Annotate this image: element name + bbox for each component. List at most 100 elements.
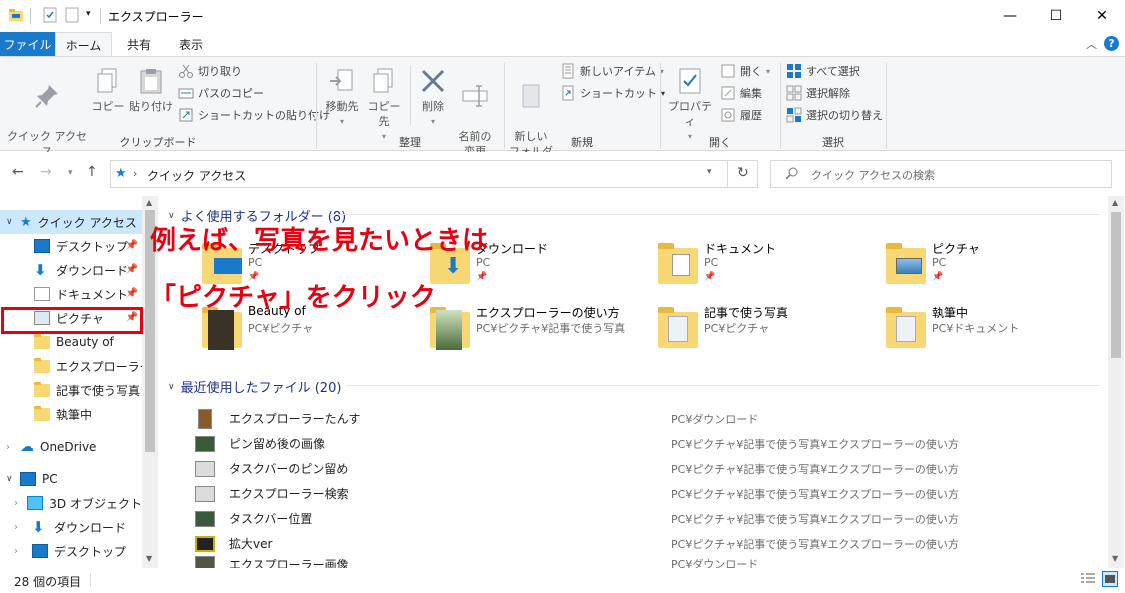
- tile-location: PC¥ドキュメント: [932, 322, 1020, 335]
- recent-file-row[interactable]: タスクバーのピン留め PC¥ピクチャ¥記事で使う写真¥エクスプローラーの使い方: [195, 456, 1095, 481]
- select-none-button[interactable]: 選択解除: [786, 83, 850, 103]
- recent-file-row[interactable]: ピン留め後の画像 PC¥ピクチャ¥記事で使う写真¥エクスプローラーの使い方: [195, 431, 1095, 456]
- nav-folder-writing[interactable]: 執筆中: [0, 402, 142, 426]
- tab-home[interactable]: ホーム: [55, 32, 112, 57]
- copy-path-button[interactable]: パスのコピー: [178, 83, 264, 103]
- maximize-button[interactable]: ☐: [1033, 0, 1079, 32]
- up-arrow-icon[interactable]: ↑: [86, 164, 98, 180]
- recent-file-row[interactable]: エクスプローラーたんす PC¥ダウンロード: [195, 406, 1095, 431]
- nav-desktop[interactable]: デスクトップ 📌: [0, 234, 142, 258]
- nav-3d-objects[interactable]: › 3D オブジェクト: [0, 491, 142, 515]
- nav-pc-downloads[interactable]: › ⬇ ダウンロード: [0, 515, 142, 539]
- paste-button[interactable]: 貼り付け: [128, 67, 174, 114]
- recent-locations-icon[interactable]: ▾: [68, 168, 73, 178]
- recent-file-row[interactable]: タスクバー位置 PC¥ピクチャ¥記事で使う写真¥エクスプローラーの使い方: [195, 506, 1095, 531]
- collapse-chevron-icon[interactable]: ∨: [168, 211, 175, 221]
- nav-folder-article-photos[interactable]: 記事で使う写真: [0, 378, 142, 402]
- pin-icon[interactable]: 📌: [126, 288, 138, 299]
- invert-selection-button[interactable]: 選択の切り替え: [786, 105, 883, 125]
- edit-label: 編集: [740, 87, 762, 100]
- scroll-down-icon[interactable]: ▼: [1112, 554, 1118, 563]
- details-view-icon[interactable]: [1080, 572, 1096, 589]
- nav-pc-desktop[interactable]: › デスクトップ: [0, 539, 142, 563]
- pin-icon[interactable]: 📌: [126, 264, 138, 275]
- expand-chevron-icon[interactable]: ›: [14, 522, 24, 533]
- recent-file-row[interactable]: エクスプローラー検索 PC¥ピクチャ¥記事で使う写真¥エクスプローラーの使い方: [195, 481, 1095, 506]
- tile-location: PC: [932, 256, 947, 269]
- content-scrollbar[interactable]: ▲ ▼: [1108, 196, 1124, 568]
- recent-file-name: エクスプローラー画像: [229, 558, 349, 568]
- close-button[interactable]: ✕: [1079, 0, 1125, 32]
- folder-tile[interactable]: 執筆中 PC¥ドキュメント: [886, 304, 1106, 360]
- address-bar[interactable]: ★ › クイック アクセス › ▾ ↻: [110, 160, 758, 188]
- search-box[interactable]: クイック アクセスの検索: [770, 160, 1112, 188]
- shortcut-button[interactable]: ショートカット ▾: [560, 83, 665, 103]
- nav-3d-label: 3D オブジェクト: [49, 496, 142, 511]
- content-scroll-thumb[interactable]: [1111, 212, 1121, 358]
- explorer-icon[interactable]: [8, 7, 24, 23]
- scroll-up-icon[interactable]: ▲: [146, 198, 152, 207]
- minimize-button[interactable]: —: [987, 0, 1033, 32]
- tab-share[interactable]: 共有: [114, 32, 164, 56]
- expand-chevron-icon[interactable]: ›: [14, 546, 24, 557]
- properties-qa-icon[interactable]: [42, 7, 58, 23]
- new-item-button[interactable]: 新しいアイテム ▾: [560, 61, 664, 81]
- select-all-button[interactable]: すべて選択: [786, 61, 860, 81]
- chevron-right-icon[interactable]: ›: [229, 167, 233, 180]
- recent-file-name: タスクバー位置: [229, 512, 313, 526]
- folder-tile[interactable]: ドキュメント PC 📌: [658, 240, 878, 296]
- collapse-chevron-icon[interactable]: ∨: [168, 382, 175, 392]
- help-icon[interactable]: ?: [1104, 36, 1119, 51]
- nav-downloads[interactable]: ⬇ ダウンロード 📌: [0, 258, 142, 282]
- tile-location: PC: [476, 256, 491, 269]
- expand-chevron-icon[interactable]: ∨: [6, 474, 16, 484]
- history-button[interactable]: 履歴: [720, 105, 762, 125]
- nav-folder-label: 執筆中: [56, 407, 93, 422]
- move-to-button[interactable]: 移動先 ▾: [320, 67, 364, 129]
- scroll-down-icon[interactable]: ▼: [146, 554, 152, 563]
- divider: [727, 161, 728, 187]
- pin-icon[interactable]: 📌: [126, 240, 138, 251]
- back-arrow-icon[interactable]: ←: [12, 164, 24, 180]
- new-folder-qa-icon[interactable]: [64, 7, 80, 23]
- collapse-ribbon-icon[interactable]: ︿: [1086, 36, 1097, 52]
- chevron-right-icon[interactable]: ›: [133, 167, 137, 180]
- recent-file-name: エクスプローラー検索: [229, 487, 349, 501]
- recent-file-row[interactable]: 拡大ver PC¥ピクチャ¥記事で使う写真¥エクスプローラーの使い方: [195, 531, 1095, 556]
- delete-button[interactable]: 削除 ▾: [416, 67, 450, 129]
- folder-tile[interactable]: ピクチャ PC 📌: [886, 240, 1106, 296]
- divider: [90, 573, 91, 587]
- nav-onedrive[interactable]: › ☁ OneDrive: [0, 435, 142, 459]
- copy-button[interactable]: コピー: [90, 67, 126, 114]
- nav-pc[interactable]: ∨ PC: [0, 467, 142, 491]
- properties-button[interactable]: プロパティ ▾: [664, 67, 716, 144]
- nav-documents[interactable]: ドキュメント 📌: [0, 282, 142, 306]
- folder-tile[interactable]: エクスプローラーの使い方 PC¥ピクチャ¥記事で使う写真: [430, 304, 650, 360]
- picture-icon: [896, 258, 922, 274]
- file-thumbnail: [195, 485, 215, 502]
- refresh-icon[interactable]: ↻: [737, 165, 749, 181]
- tiles-view-icon[interactable]: [1102, 571, 1118, 587]
- edit-icon: [720, 85, 736, 101]
- recent-file-name: ピン留め後の画像: [229, 437, 326, 451]
- folder-tile[interactable]: 記事で使う写真 PC¥ピクチャ: [658, 304, 878, 360]
- tab-view[interactable]: 表示: [166, 32, 216, 56]
- expand-chevron-icon[interactable]: ›: [14, 498, 19, 509]
- address-dropdown-icon[interactable]: ▾: [707, 167, 712, 177]
- copy-to-button[interactable]: コピー先 ▾: [364, 67, 404, 144]
- recent-files-header[interactable]: ∨ 最近使用したファイル (20): [168, 377, 341, 396]
- tab-file[interactable]: ファイル: [0, 32, 55, 56]
- edit-button[interactable]: 編集: [720, 83, 762, 103]
- scroll-up-icon[interactable]: ▲: [1112, 198, 1118, 207]
- nav-folder-explorer[interactable]: エクスプローラーの使: [0, 354, 142, 378]
- paste-shortcut-button[interactable]: ショートカットの貼り付け: [178, 105, 330, 125]
- expand-chevron-icon[interactable]: ›: [6, 442, 16, 453]
- nav-quick-access[interactable]: ∨ ★ クイック アクセス: [0, 210, 142, 234]
- recent-file-path: PC¥ダウンロード: [671, 558, 759, 568]
- open-button[interactable]: 開く ▾: [720, 61, 770, 81]
- recent-file-row[interactable]: エクスプローラー画像 PC¥ダウンロード: [195, 556, 1095, 568]
- cut-button[interactable]: 切り取り: [178, 61, 242, 81]
- qa-dropdown-icon[interactable]: ▾: [86, 9, 91, 19]
- expand-chevron-icon[interactable]: ∨: [6, 217, 16, 227]
- forward-arrow-icon[interactable]: →: [40, 164, 52, 180]
